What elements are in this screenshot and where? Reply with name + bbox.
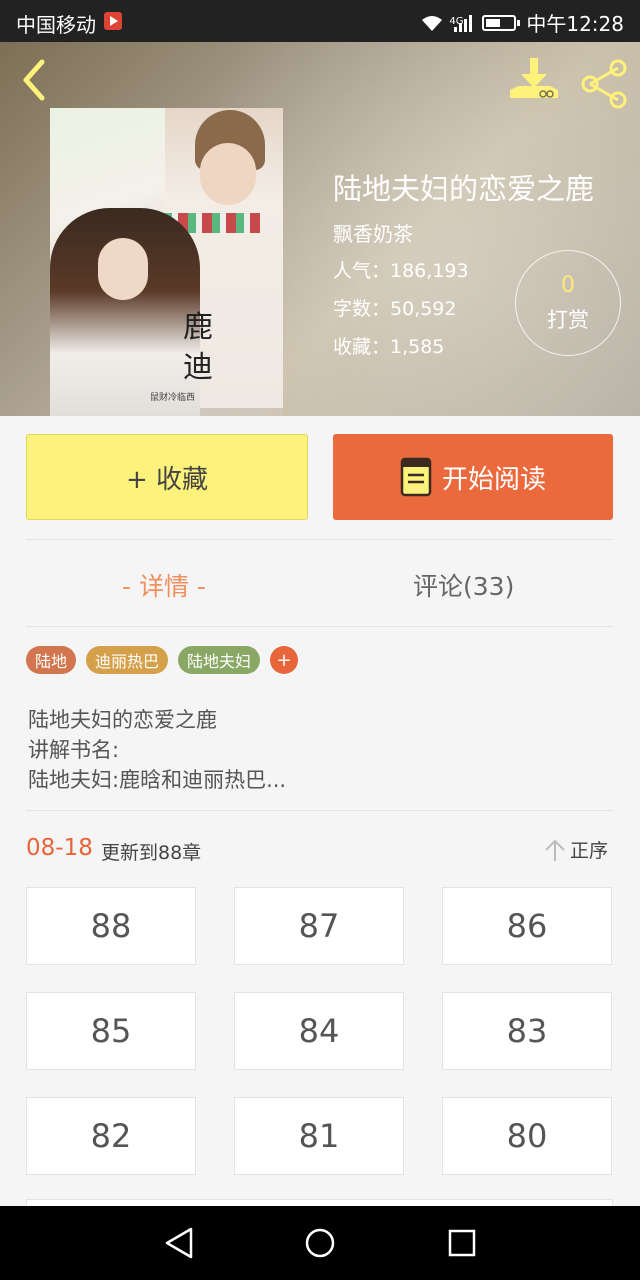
back-arrow-icon[interactable]: [18, 58, 50, 102]
arrow-up-icon: [545, 839, 565, 861]
start-reading-label: 开始阅读: [441, 464, 546, 495]
sort-order-button[interactable]: 正序: [544, 836, 608, 863]
book-author[interactable]: 飘香奶茶: [333, 218, 413, 247]
popularity-stat: 人气：186,193: [333, 260, 469, 282]
status-bar: 中国移动 4G 中午12:28: [0, 0, 640, 42]
divider: [26, 810, 613, 811]
book-icon: [400, 457, 432, 497]
book-title: 陆地夫妇的恋爱之鹿: [333, 172, 595, 206]
add-favorite-button[interactable]: + 收藏: [26, 434, 308, 520]
tip-button[interactable]: 0 打赏: [515, 250, 621, 356]
tag-chip[interactable]: 陆地夫妇: [178, 646, 261, 674]
chapter-button[interactable]: 87: [234, 887, 404, 965]
cover-title-text: 鹿迪: [183, 310, 213, 385]
carrier-name: 中国移动: [16, 13, 96, 37]
more-chapters-row: [26, 1199, 613, 1206]
favorites-stat: 收藏：1,585: [333, 336, 445, 358]
nav-home-icon[interactable]: [304, 1227, 336, 1259]
tab-comments[interactable]: 评论(33): [413, 567, 514, 603]
sort-order-label: 正序: [570, 840, 609, 862]
share-icon[interactable]: [578, 58, 630, 110]
divider: [26, 626, 613, 627]
add-tag-button[interactable]: +: [270, 646, 299, 674]
chapter-button[interactable]: 88: [26, 887, 196, 965]
start-reading-button[interactable]: 开始阅读: [333, 434, 613, 520]
chapter-button[interactable]: 85: [26, 992, 196, 1070]
chapter-button[interactable]: 82: [26, 1097, 196, 1175]
tag-list: 陆地 迪丽热巴 陆地夫妇 +: [26, 646, 299, 674]
tag-chip[interactable]: 迪丽热巴: [86, 646, 169, 674]
chapter-button[interactable]: 81: [234, 1097, 404, 1175]
book-description[interactable]: 陆地夫妇的恋爱之鹿 讲解书名: 陆地夫妇:鹿晗和迪丽热巴...: [28, 705, 286, 795]
description-line: 讲解书名:: [28, 738, 120, 762]
download-icon[interactable]: [508, 56, 560, 108]
description-line: 陆地夫妇:鹿晗和迪丽热巴...: [28, 768, 287, 792]
update-text: 更新到88章: [101, 842, 202, 864]
chapter-button[interactable]: 80: [442, 1097, 612, 1175]
tag-chip[interactable]: 陆地: [26, 646, 77, 674]
word-count-stat: 字数：50,592: [333, 298, 457, 320]
book-cover[interactable]: 鹿迪 鼠财冷临西: [50, 108, 283, 416]
nav-back-icon[interactable]: [163, 1226, 195, 1260]
tip-count: 0: [561, 273, 575, 298]
chapter-button[interactable]: 84: [234, 992, 404, 1070]
book-header: 鹿迪 鼠财冷临西 陆地夫妇的恋爱之鹿 飘香奶茶 人气：186,193 字数：50…: [0, 42, 640, 416]
chapter-button[interactable]: 83: [442, 992, 612, 1070]
description-line: 陆地夫妇的恋爱之鹿: [28, 708, 217, 732]
video-app-icon: [104, 12, 122, 30]
system-navigation-bar: [0, 1206, 640, 1280]
clock: 中午12:28: [526, 12, 624, 36]
tip-label: 打赏: [547, 308, 589, 332]
divider: [26, 539, 613, 540]
battery-icon: [482, 14, 521, 31]
network-type: 4G: [449, 16, 464, 27]
nav-recent-apps-icon[interactable]: [447, 1228, 477, 1258]
cover-subtitle-text: 鼠财冷临西: [150, 393, 196, 403]
tab-detail[interactable]: - 详情 -: [122, 567, 206, 603]
signal-icon: 4G: [449, 14, 473, 32]
chapter-button[interactable]: 86: [442, 887, 612, 965]
update-date: 08-18: [26, 835, 93, 861]
